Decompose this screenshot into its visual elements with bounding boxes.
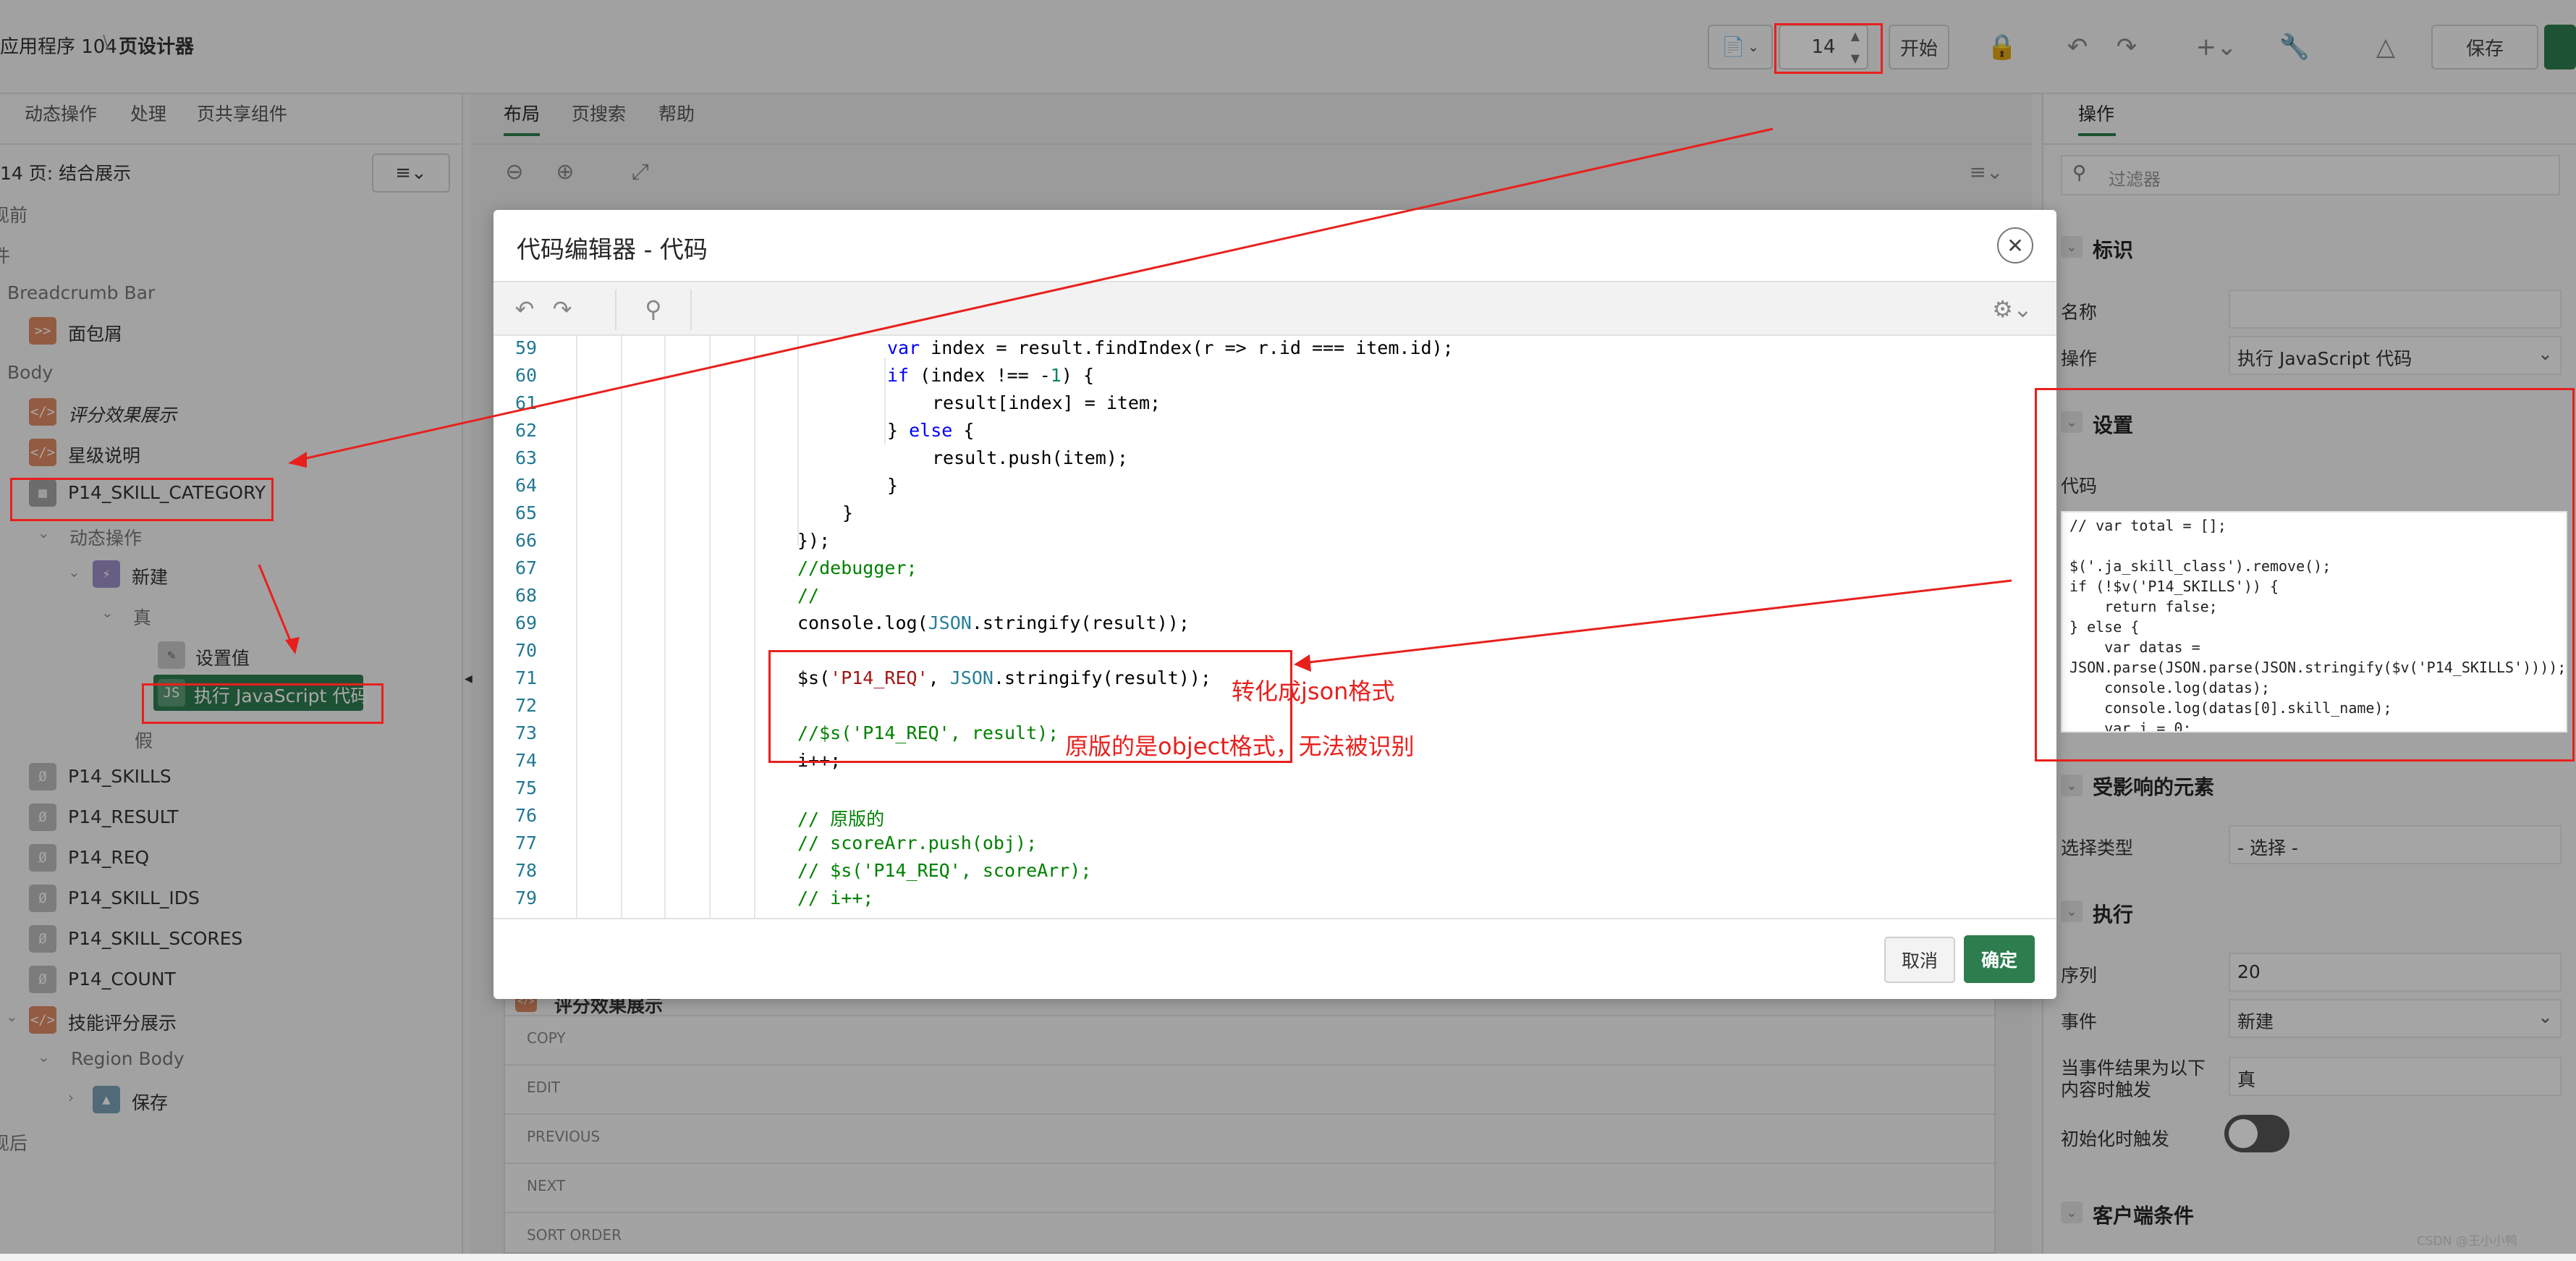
watermark: CSDN @王小小鸭 [2417,1234,2517,1249]
arrow-panel-to-code [1302,579,2012,665]
arrow-item-to-js [258,564,294,646]
arrow-page-to-item [296,127,1774,462]
arrow-head [288,452,307,468]
arrow-head [1294,654,1311,672]
arrow-head [285,637,300,654]
annotation-arrows [258,127,2012,672]
